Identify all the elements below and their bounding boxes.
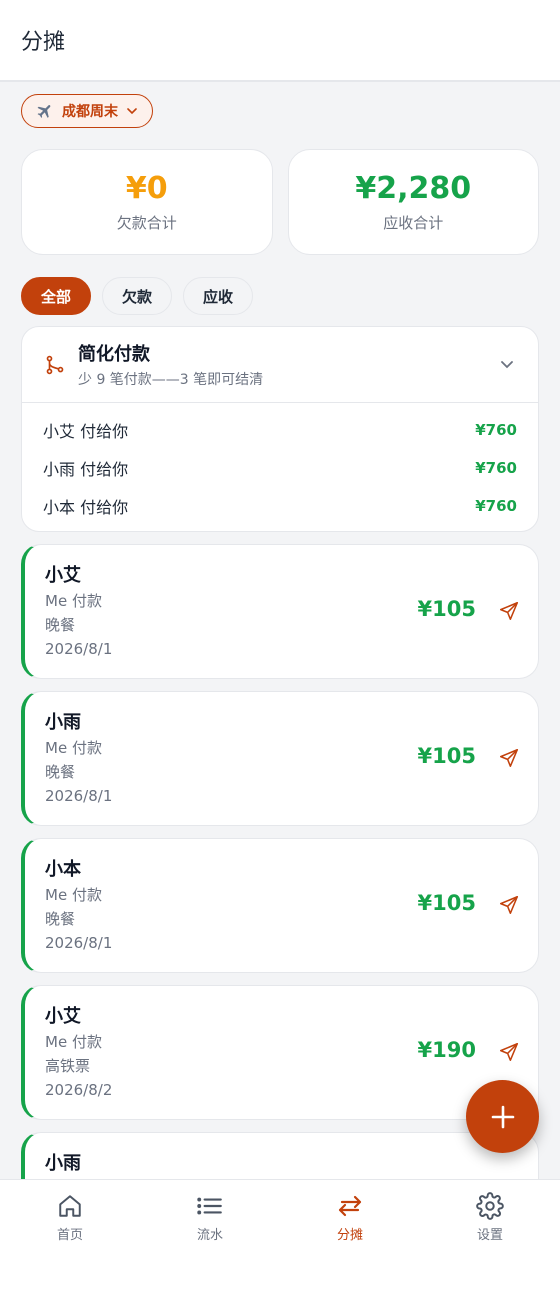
simplify-subtitle: 少 9 笔付款——3 笔即可结清 (78, 372, 264, 388)
airplane-icon (36, 102, 54, 120)
expense-date: 2026/8/1 (45, 640, 113, 658)
list-icon (196, 1192, 224, 1220)
nav-label: 首页 (56, 1228, 83, 1243)
bottom-navigation: 首页 流水 分摊 设置 (0, 1179, 560, 1303)
member-name: 小雨 (45, 1153, 81, 1174)
list-item: 小艾 付给你 ¥760 (43, 411, 517, 449)
chevron-down-icon (126, 105, 138, 117)
simplify-payments-panel: 简化付款 少 9 笔付款——3 笔即可结清 小艾 付给你 ¥760 小雨 付给你… (21, 326, 539, 532)
owe-total-card: ¥0 欠款合计 (21, 149, 273, 255)
transaction-list: 小艾 Me 付款 晚餐 2026/8/1 ¥105 小雨 Me 付款 晚餐 20… (21, 544, 539, 1279)
send-reminder-icon[interactable] (498, 747, 520, 769)
nav-label: 设置 (476, 1228, 503, 1243)
nav-label: 流水 (196, 1228, 223, 1243)
member-name: 小艾 (45, 1006, 81, 1027)
nav-home[interactable]: 首页 (0, 1180, 140, 1303)
receive-total-value: ¥2,280 (355, 171, 472, 206)
list-item: 小本 付给你 ¥760 (43, 487, 517, 525)
settle-amount: ¥760 (475, 497, 517, 515)
home-icon (56, 1192, 84, 1220)
transaction-card[interactable]: 小艾 Me 付款 晚餐 2026/8/1 ¥105 (21, 544, 539, 679)
trip-name: 成都周末 (62, 104, 118, 120)
gear-icon (476, 1192, 504, 1220)
settle-payer: 小雨 付给你 (43, 460, 129, 479)
send-reminder-icon[interactable] (498, 894, 520, 916)
expense-date: 2026/8/1 (45, 787, 113, 805)
simplify-list: 小艾 付给你 ¥760 小雨 付给你 ¥760 小本 付给你 ¥760 (22, 403, 538, 525)
expense-date: 2026/8/2 (45, 1081, 113, 1099)
add-expense-button[interactable] (466, 1080, 539, 1153)
page-title: 分摊 (21, 30, 66, 55)
amount: ¥105 (417, 597, 476, 621)
send-reminder-icon[interactable] (498, 1041, 520, 1063)
settle-amount: ¥760 (475, 421, 517, 439)
member-name: 小艾 (45, 565, 81, 586)
nav-split[interactable]: 分摊 (280, 1180, 420, 1303)
list-item: 小雨 付给你 ¥760 (43, 449, 517, 487)
filter-receive[interactable]: 应收 (183, 277, 254, 315)
chevron-down-icon[interactable] (498, 355, 516, 373)
transaction-card[interactable]: 小雨 Me 付款 晚餐 2026/8/1 ¥105 (21, 691, 539, 826)
swap-icon (336, 1192, 364, 1220)
amount: ¥105 (417, 744, 476, 768)
transaction-card[interactable]: 小艾 Me 付款 高铁票 2026/8/2 ¥190 (21, 985, 539, 1120)
send-reminder-icon[interactable] (498, 600, 520, 622)
simplify-title: 简化付款 (78, 344, 150, 365)
receive-total-label: 应收合计 (383, 214, 444, 232)
expense-date: 2026/8/1 (45, 934, 113, 952)
branch-icon (44, 354, 66, 376)
nav-transactions[interactable]: 流水 (140, 1180, 280, 1303)
receive-total-card: ¥2,280 应收合计 (287, 149, 539, 255)
summary-cards: ¥0 欠款合计 ¥2,280 应收合计 (21, 149, 539, 255)
settle-payer: 小艾 付给你 (43, 422, 129, 441)
app-header: 分摊 (0, 0, 560, 82)
member-name: 小本 (45, 859, 81, 880)
settle-amount: ¥760 (475, 459, 517, 477)
member-name: 小雨 (45, 712, 81, 733)
trip-selector[interactable]: 成都周末 (21, 94, 153, 128)
filter-tabs: 全部 欠款 应收 (21, 277, 254, 315)
simplify-header[interactable]: 简化付款 少 9 笔付款——3 笔即可结清 (22, 327, 538, 403)
amount: ¥105 (417, 891, 476, 915)
amount: ¥190 (417, 1038, 476, 1062)
settle-payer: 小本 付给你 (43, 498, 129, 517)
filter-owe[interactable]: 欠款 (102, 277, 173, 315)
transaction-card[interactable]: 小本 Me 付款 晚餐 2026/8/1 ¥105 (21, 838, 539, 973)
nav-settings[interactable]: 设置 (420, 1180, 560, 1303)
filter-all[interactable]: 全部 (21, 277, 92, 315)
nav-label: 分摊 (336, 1228, 363, 1243)
owe-total-label: 欠款合计 (116, 214, 177, 232)
plus-icon (491, 1105, 514, 1128)
owe-total-value: ¥0 (125, 171, 168, 206)
